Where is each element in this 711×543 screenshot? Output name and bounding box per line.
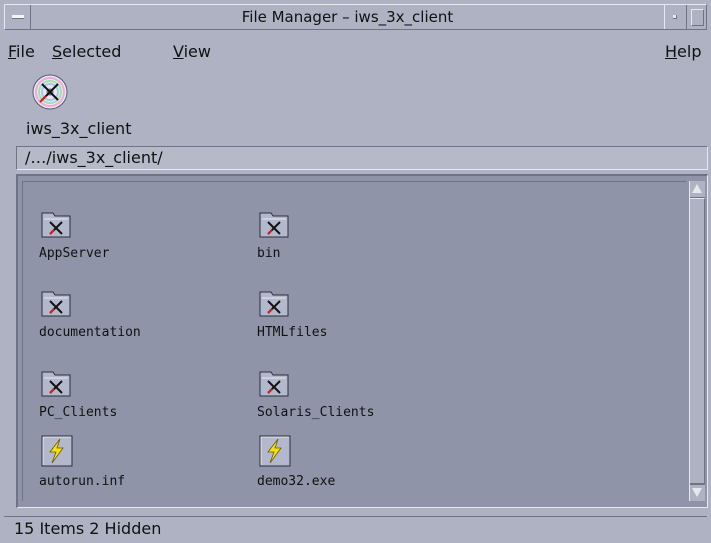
folder-icon [259,286,291,318]
folder-icon [41,207,73,239]
file-item-appserver[interactable]: AppServer [23,207,203,277]
folder-icon [259,366,291,398]
file-label: bin [257,246,281,261]
folder-icon [41,286,73,318]
object-label[interactable]: iws_3x_client [26,119,131,138]
file-item-bin[interactable]: bin [241,207,421,277]
menu-selected[interactable]: Selected [52,42,121,61]
vertical-scrollbar[interactable] [689,181,705,501]
cd-disc-icon[interactable] [30,72,70,112]
file-area: AppServer bin documentation HTMLfiles PC… [22,181,686,501]
folder-icon [41,366,73,398]
menu-bar: File Selected View Help [4,34,707,68]
file-item-autorun[interactable]: autorun.inf [23,435,203,505]
scroll-up-arrow-icon[interactable] [690,181,705,198]
file-item-demo32[interactable]: demo32.exe [241,435,421,505]
maximize-icon [691,9,704,26]
file-label: HTMLfiles [257,325,328,340]
executable-icon [259,435,291,467]
file-label: PC_Clients [39,405,118,420]
scroll-thumb[interactable] [690,198,705,484]
file-item-htmlfiles[interactable]: HTMLfiles [241,286,421,356]
title-bar[interactable]: File Manager – iws_3x_client [4,4,707,30]
file-item-documentation[interactable]: documentation [23,286,203,356]
menu-view[interactable]: View [173,42,211,61]
folder-icon [259,207,291,239]
file-label: autorun.inf [39,474,126,489]
window-menu-button[interactable] [5,5,31,29]
window-title: File Manager – iws_3x_client [241,8,454,26]
menu-help[interactable]: Help [665,42,701,61]
file-manager-window: File Manager – iws_3x_client File Select… [0,0,711,543]
minimize-button[interactable] [664,5,684,29]
scroll-down-arrow-icon[interactable] [690,484,705,501]
file-label: AppServer [39,246,110,261]
window-menu-icon [12,15,24,19]
file-item-pc-clients[interactable]: PC_Clients [23,366,203,436]
minimize-icon [673,15,677,19]
file-label: Solaris_Clients [257,405,375,420]
status-bar: 15 Items 2 Hidden [4,516,707,541]
file-item-solaris-clients[interactable]: Solaris_Clients [241,366,421,436]
path-field[interactable]: /…/iws_3x_client/ [16,146,708,170]
menu-file[interactable]: File [8,42,35,61]
executable-icon [41,435,73,467]
file-label: demo32.exe [257,474,336,489]
file-label: documentation [39,325,141,340]
maximize-button[interactable] [686,5,706,29]
file-pane: AppServer bin documentation HTMLfiles PC… [16,174,708,508]
